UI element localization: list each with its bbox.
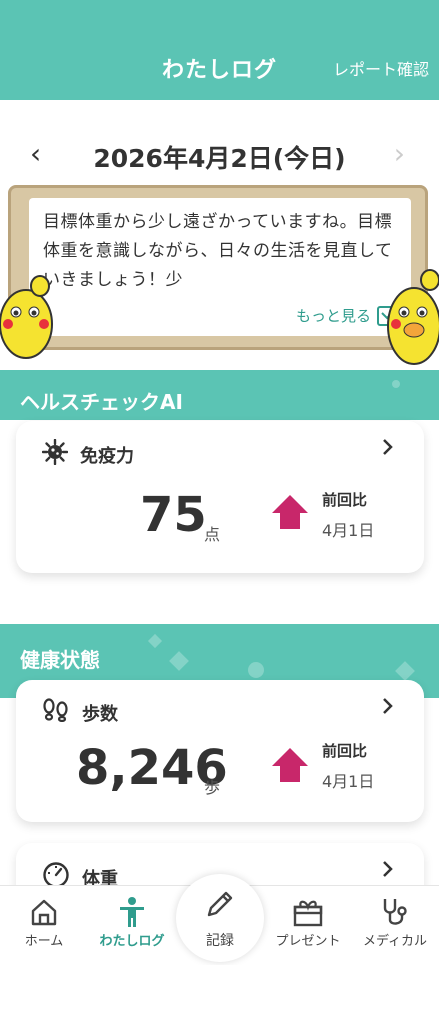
trend-up-icon bbox=[270, 493, 314, 533]
steps-title: 歩数 bbox=[82, 703, 118, 725]
record-label: 記録 bbox=[206, 933, 234, 949]
decor-dot bbox=[147, 633, 163, 649]
app-header: わたしログ レポート確認 bbox=[0, 0, 439, 100]
mascot-left bbox=[0, 272, 56, 362]
chevron-right-icon[interactable] bbox=[382, 437, 394, 461]
decor-dot bbox=[392, 380, 400, 388]
see-more-label: もっと見る bbox=[295, 307, 371, 325]
decor-dot bbox=[395, 661, 415, 681]
decor-dot bbox=[248, 662, 264, 678]
next-day-button[interactable]: › bbox=[394, 137, 405, 170]
nav-log[interactable]: わたしログ bbox=[88, 894, 176, 949]
nav-present[interactable]: プレゼント bbox=[264, 894, 352, 949]
virus-icon bbox=[41, 438, 69, 470]
immunity-header: 免疫力 bbox=[41, 438, 134, 470]
nav-medical-label: メディカル bbox=[362, 934, 428, 949]
person-icon bbox=[88, 894, 176, 930]
message-box: 目標体重から少し遠ざかっていますね。目標体重を意識しながら、日々の生活を見直して… bbox=[29, 198, 411, 336]
compare-label: 前回比 bbox=[322, 742, 368, 760]
immunity-title: 免疫力 bbox=[80, 445, 134, 467]
steps-header: 歩数 bbox=[42, 698, 118, 727]
current-date: 2026年4月2日(今日) bbox=[93, 144, 346, 173]
health-check-band: ヘルスチェックAI bbox=[0, 370, 439, 420]
nav-medical[interactable]: メディカル bbox=[351, 894, 439, 949]
message-board: 目標体重から少し遠ざかっていますね。目標体重を意識しながら、日々の生活を見直して… bbox=[8, 185, 428, 350]
nav-home-label: ホーム bbox=[24, 934, 64, 949]
advice-message: 目標体重から少し遠ざかっていますね。目標体重を意識しながら、日々の生活を見直して… bbox=[43, 212, 393, 290]
health-check-title: ヘルスチェックAI bbox=[20, 390, 183, 414]
nav-present-label: プレゼント bbox=[275, 934, 341, 949]
pencil-icon bbox=[204, 888, 236, 924]
gift-icon bbox=[264, 894, 352, 930]
date-navigator: ‹ 2026年4月2日(今日) › bbox=[0, 135, 439, 175]
steps-card[interactable]: 歩数 8,246 歩 前回比 4月1日 bbox=[16, 680, 424, 822]
steps-unit: 歩 bbox=[204, 778, 221, 797]
compare-date: 4月1日 bbox=[322, 772, 375, 791]
nav-log-label: わたしログ bbox=[99, 934, 165, 949]
immunity-card[interactable]: 免疫力 75 点 前回比 4月1日 bbox=[16, 421, 424, 573]
nav-home[interactable]: ホーム bbox=[0, 894, 88, 949]
footprints-icon bbox=[42, 698, 70, 727]
decor-dot bbox=[169, 651, 189, 671]
stethoscope-icon bbox=[351, 894, 439, 930]
home-icon bbox=[0, 894, 88, 930]
health-status-title: 健康状態 bbox=[20, 648, 100, 672]
compare-label: 前回比 bbox=[322, 491, 368, 509]
immunity-value: 75 bbox=[140, 487, 207, 543]
immunity-unit: 点 bbox=[204, 525, 221, 544]
record-button[interactable]: 記録 bbox=[176, 874, 264, 962]
compare-date: 4月1日 bbox=[322, 521, 375, 540]
trend-up-icon bbox=[270, 746, 314, 786]
chevron-right-icon[interactable] bbox=[382, 859, 394, 883]
see-more-button[interactable]: もっと見る bbox=[296, 305, 397, 326]
chevron-right-icon[interactable] bbox=[382, 696, 394, 720]
mascot-right bbox=[386, 268, 439, 365]
report-link[interactable]: レポート確認 bbox=[333, 56, 429, 80]
bottom-safe-area bbox=[0, 965, 439, 1024]
